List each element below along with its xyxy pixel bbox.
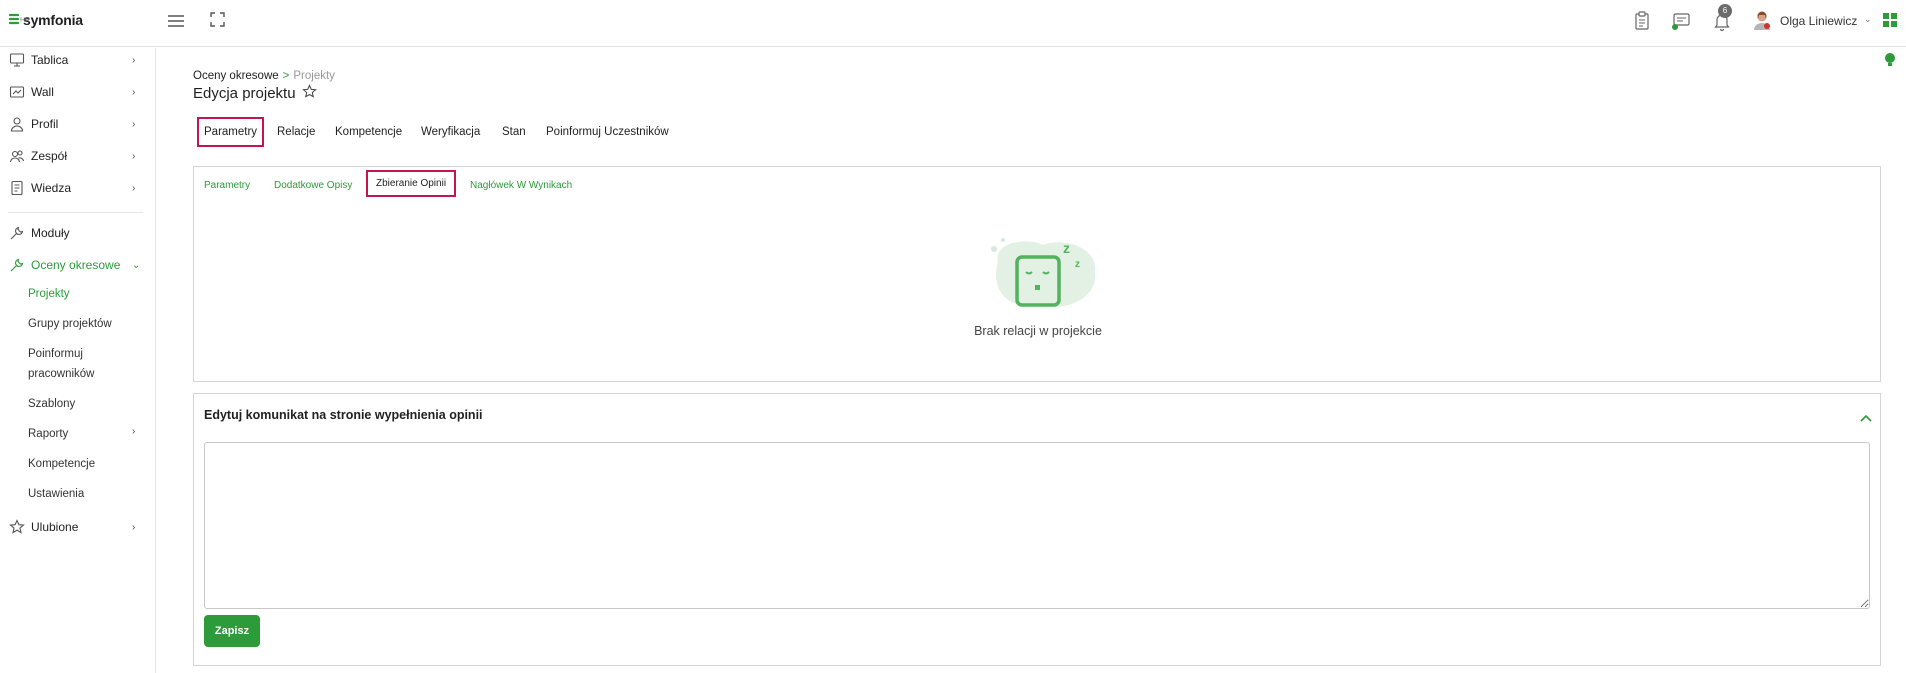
sidebar-item-label: Moduły	[31, 226, 70, 240]
sidebar: Tablica › Wall › Profil › Zespół › Wiedz…	[0, 48, 156, 673]
avatar[interactable]	[1753, 10, 1771, 30]
tab-parametry[interactable]: Parametry	[197, 117, 265, 147]
wall-icon	[9, 86, 25, 98]
sidebar-item-tablica[interactable]: Tablica ›	[0, 48, 156, 72]
subtab-panel: Parametry Dodatkowe Opisy Zbieranie Opin…	[193, 166, 1881, 382]
top-bar: symfonia HR 6 Olga Liniewicz ⌄	[0, 0, 1906, 47]
favorite-star-icon[interactable]	[302, 84, 317, 99]
svg-text:z: z	[1075, 259, 1080, 270]
sidebar-subitem-raporty[interactable]: Raporty	[28, 424, 68, 444]
book-icon	[11, 180, 23, 196]
save-button[interactable]: Zapisz	[204, 615, 260, 647]
chevron-right-icon: ›	[132, 150, 136, 162]
sidebar-item-label: Tablica	[31, 53, 69, 67]
sidebar-subitem-kompetencje[interactable]: Kompetencje	[28, 454, 95, 474]
chevron-down-icon: ⌄	[132, 259, 141, 271]
apps-grid-icon[interactable]	[1883, 13, 1897, 27]
empty-state-text: Brak relacji w projekcie	[974, 324, 1102, 338]
tab-relacje[interactable]: Relacje	[277, 117, 315, 147]
message-textarea[interactable]	[204, 442, 1870, 609]
sidebar-subitem-poinformuj[interactable]: Poinformuj	[28, 344, 83, 364]
logo-subtitle: HR	[20, 17, 31, 24]
fullscreen-icon[interactable]	[210, 12, 225, 27]
menu-icon[interactable]	[168, 14, 184, 28]
chevron-right-icon: ›	[132, 86, 136, 98]
breadcrumb: Oceny okresowe > Projekty	[193, 70, 335, 82]
sidebar-divider	[8, 212, 143, 213]
sidebar-subitem-pracownikow[interactable]: pracowników	[28, 364, 94, 384]
user-icon	[10, 117, 24, 132]
subtab-zbieranie-opinii[interactable]: Zbieranie Opinii	[366, 170, 457, 197]
tab-poinformuj-uczestnikow[interactable]: Poinformuj Uczestników	[546, 117, 669, 147]
sidebar-subitem-ustawienia[interactable]: Ustawienia	[28, 484, 84, 504]
sidebar-item-label: Oceny okresowe	[31, 258, 121, 272]
chevron-up-icon[interactable]	[1860, 414, 1872, 422]
breadcrumb-current[interactable]: Projekty	[293, 70, 335, 82]
sidebar-item-label: Wall	[31, 85, 54, 99]
editor-title: Edytuj komunikat na stronie wypełnienia …	[204, 408, 483, 422]
subtab-parametry[interactable]: Parametry	[204, 175, 250, 197]
sidebar-item-wall[interactable]: Wall ›	[0, 80, 156, 104]
clipboard-icon[interactable]	[1631, 10, 1653, 32]
monitor-icon	[9, 53, 25, 67]
notification-count-badge: 6	[1718, 4, 1732, 18]
star-icon	[9, 519, 25, 534]
sidebar-item-profil[interactable]: Profil ›	[0, 112, 156, 136]
tab-kompetencje[interactable]: Kompetencje	[335, 117, 402, 147]
subtab-dodatkowe-opisy[interactable]: Dodatkowe Opisy	[274, 175, 352, 197]
lightbulb-icon[interactable]	[1884, 52, 1896, 68]
sidebar-subitem-szablony[interactable]: Szablony	[28, 394, 75, 414]
sidebar-item-label: Wiedza	[31, 181, 72, 195]
sidebar-item-ulubione[interactable]: Ulubione ›	[0, 515, 156, 539]
sidebar-subitem-projekty[interactable]: Projekty	[28, 284, 70, 304]
chat-icon[interactable]	[1670, 10, 1692, 32]
sidebar-item-moduly[interactable]: Moduły	[0, 221, 156, 245]
sidebar-item-zespol[interactable]: Zespół ›	[0, 144, 156, 168]
logo-text: symfonia	[23, 12, 83, 28]
chevron-right-icon: ›	[132, 426, 136, 437]
logo-icon	[9, 13, 19, 25]
sidebar-item-wiedza[interactable]: Wiedza ›	[0, 176, 156, 200]
sidebar-item-label: Zespół	[31, 149, 68, 163]
breadcrumb-separator: >	[282, 70, 290, 82]
user-name[interactable]: Olga Liniewicz	[1780, 14, 1857, 28]
breadcrumb-parent[interactable]: Oceny okresowe	[193, 70, 279, 82]
chevron-right-icon: ›	[132, 182, 136, 194]
wrench-icon	[10, 258, 24, 272]
subtab-naglowek-w-wynikach[interactable]: Nagłówek W Wynikach	[470, 175, 572, 197]
page-title: Edycja projektu	[193, 85, 296, 102]
chevron-right-icon: ›	[132, 521, 136, 533]
chevron-right-icon: ›	[132, 118, 136, 130]
svg-text:z: z	[1063, 240, 1070, 256]
message-editor-panel: Edytuj komunikat na stronie wypełnienia …	[193, 393, 1881, 666]
tab-weryfikacja[interactable]: Weryfikacja	[421, 117, 480, 147]
sidebar-item-label: Profil	[31, 117, 59, 131]
sidebar-subitem-grupy-projektow[interactable]: Grupy projektów	[28, 314, 112, 334]
sleeping-box-illustration-icon: z z	[991, 238, 1096, 307]
chevron-down-icon[interactable]: ⌄	[1864, 14, 1872, 25]
sidebar-item-label: Ulubione	[31, 520, 79, 534]
team-icon	[9, 150, 25, 163]
sidebar-item-oceny-okresowe[interactable]: Oceny okresowe ⌄	[0, 253, 156, 277]
tab-stan[interactable]: Stan	[502, 117, 526, 147]
chevron-right-icon: ›	[132, 54, 136, 66]
wrench-icon	[10, 226, 24, 240]
